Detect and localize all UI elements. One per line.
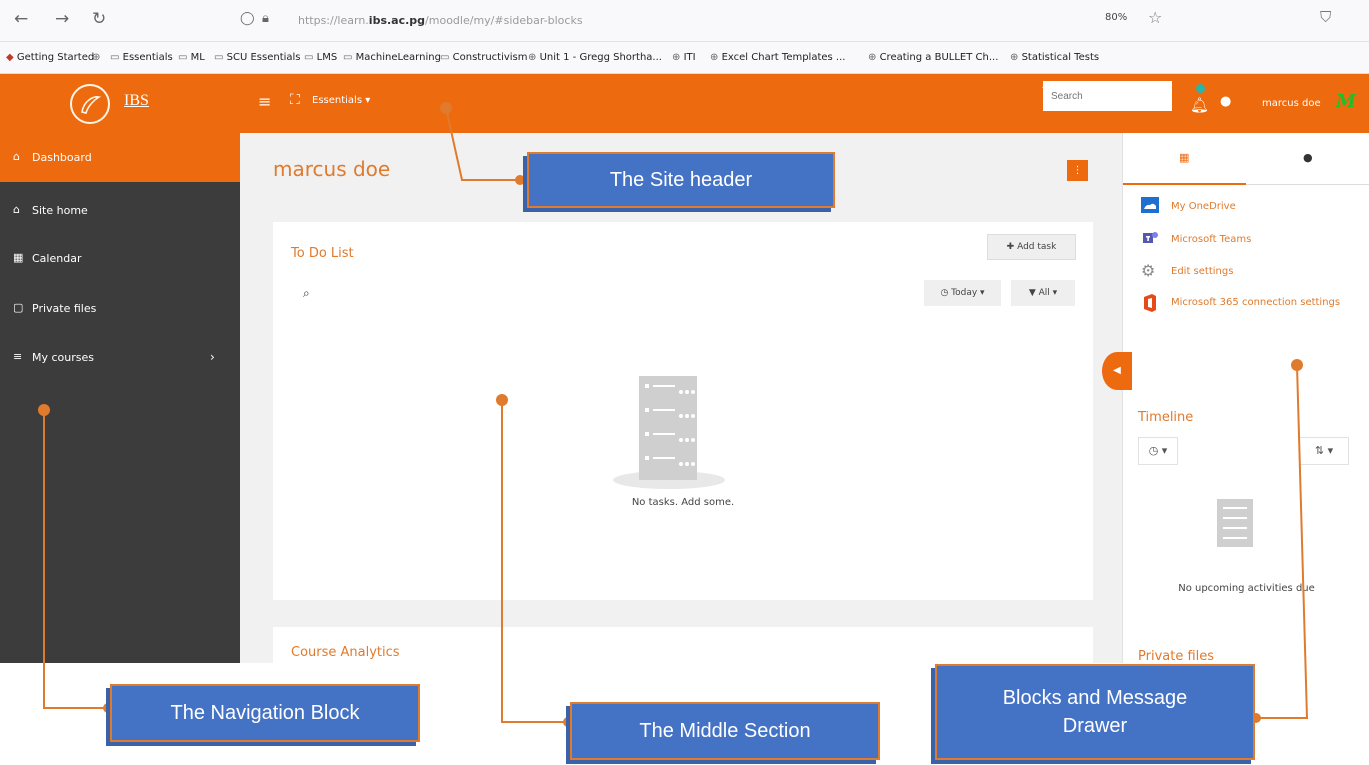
graduation-cap-icon: ≡ bbox=[13, 350, 23, 363]
callout-line: Blocks and Message bbox=[1002, 687, 1188, 709]
teams-icon bbox=[1143, 232, 1158, 243]
course-analytics-block: Course Analytics bbox=[273, 627, 1093, 667]
tab-messages[interactable]: ● bbox=[1247, 133, 1369, 185]
bookmark-item[interactable]: ⊕ Unit 1 - Gregg Shortha... bbox=[528, 52, 662, 63]
ibs-logo[interactable] bbox=[70, 84, 110, 124]
chevron-right-icon: › bbox=[210, 350, 215, 364]
bookmark-star-icon[interactable]: ☆ bbox=[1148, 8, 1162, 27]
all-filter-dropdown[interactable]: ▼ All ▾ bbox=[1011, 280, 1075, 306]
search-icon[interactable]: ⌕ bbox=[303, 286, 310, 301]
nav-item-label: Private files bbox=[32, 302, 97, 315]
nav-item-my-courses[interactable]: ≡ My courses › bbox=[0, 333, 240, 382]
todo-list-block: To Do List ✚ Add task ⌕ ◷ Today ▾ ▼ All … bbox=[273, 222, 1093, 600]
bookmark-item[interactable]: ◆ Getting Started bbox=[6, 52, 94, 63]
url-text: https://learn.ibs.ac.pg/moodle/my/#sideb… bbox=[298, 14, 583, 27]
bookmark-folder[interactable]: ▭ ML bbox=[178, 52, 205, 63]
empty-tasks-message: No tasks. Add some. bbox=[631, 497, 735, 508]
home-icon: ⌂ bbox=[13, 203, 20, 216]
timeline-sort-dropdown[interactable]: ⇅ ▾ bbox=[1299, 437, 1349, 465]
timeline-empty-message: No upcoming activities due bbox=[1178, 583, 1315, 594]
blocks-icon: ▦ bbox=[1179, 151, 1190, 164]
hamburger-menu-icon[interactable]: ≡ bbox=[258, 92, 271, 111]
gear-icon: ⚙ bbox=[1141, 261, 1156, 280]
bookmark-item[interactable]: ⊕ Creating a BULLET Ch... bbox=[868, 52, 998, 63]
fullscreen-icon[interactable]: ⛶ bbox=[290, 92, 300, 108]
nav-item-label: My courses bbox=[32, 351, 94, 364]
notification-badge bbox=[1196, 84, 1205, 93]
back-icon[interactable]: ← bbox=[14, 9, 28, 29]
avatar[interactable]: M bbox=[1336, 91, 1356, 112]
block-title: To Do List bbox=[291, 246, 354, 261]
link-microsoft-teams[interactable]: Microsoft Teams bbox=[1171, 232, 1251, 247]
bookmark-folder[interactable]: ▭ Essentials bbox=[110, 52, 173, 63]
navigation-block: ⌂ Dashboard ⌂ Site home ▦ Calendar ▢ Pri… bbox=[0, 133, 240, 663]
link-edit-settings[interactable]: Edit settings bbox=[1171, 264, 1233, 279]
callout-middle-section: The Middle Section bbox=[570, 702, 880, 760]
drawer-tabs: ▦ ● bbox=[1123, 133, 1369, 185]
forward-icon[interactable]: → bbox=[55, 9, 69, 29]
timeline-filter-dropdown[interactable]: ◷ ▾ bbox=[1138, 437, 1178, 465]
message-icon[interactable]: ● bbox=[1220, 94, 1231, 109]
lock-icon: 🔒︎ bbox=[262, 11, 269, 26]
file-icon: ▢ bbox=[13, 301, 24, 314]
callout-site-header: The Site header bbox=[527, 152, 835, 208]
shield-icon: ◯ bbox=[240, 11, 255, 26]
notification-bell-icon[interactable]: 🔔︎ bbox=[1190, 96, 1209, 114]
page-title: marcus doe bbox=[273, 157, 391, 181]
bookmark-folder[interactable]: ▭ LMS bbox=[304, 52, 337, 63]
browser-toolbar: ← → ↻ ◯ 🔒︎ https://learn.ibs.ac.pg/moodl… bbox=[0, 0, 1369, 42]
bookmarks-bar: ◆ Getting Started ⊕ ▭ Essentials ▭ ML ▭ … bbox=[0, 42, 1369, 74]
nav-item-label: Calendar bbox=[32, 252, 82, 265]
nav-item-site-home[interactable]: ⌂ Site home bbox=[0, 186, 240, 235]
calendar-icon: ▦ bbox=[13, 251, 24, 264]
empty-tasks-illustration-icon bbox=[613, 376, 725, 489]
bookmark-item[interactable]: ⊕ Excel Chart Templates ... bbox=[710, 52, 845, 63]
nav-item-dashboard[interactable]: ⌂ Dashboard bbox=[0, 133, 240, 182]
bookmark-folder[interactable]: ▭ MachineLearning bbox=[343, 52, 441, 63]
nav-item-label: Site home bbox=[32, 204, 88, 217]
bookmark-item[interactable]: ⊕ ITI bbox=[672, 52, 696, 63]
essentials-menu[interactable]: Essentials ▾ bbox=[312, 95, 370, 106]
nav-item-calendar[interactable]: ▦ Calendar bbox=[0, 234, 240, 283]
tab-blocks[interactable]: ▦ bbox=[1123, 133, 1246, 185]
nav-item-label: Dashboard bbox=[32, 151, 92, 164]
block-edit-button[interactable]: ⋮ bbox=[1067, 160, 1088, 181]
blocks-drawer: ▦ ● My OneDrive Microsoft Teams ⚙ Edit s… bbox=[1122, 133, 1369, 664]
search-input[interactable] bbox=[1043, 81, 1172, 111]
timeline-empty-illustration-icon bbox=[1217, 499, 1253, 547]
callout-line: Drawer bbox=[1062, 715, 1128, 737]
dashboard-icon: ⌂ bbox=[13, 150, 20, 163]
callout-navigation-block: The Navigation Block bbox=[110, 684, 420, 742]
office365-icon bbox=[1144, 294, 1156, 312]
add-task-button[interactable]: ✚ Add task bbox=[987, 234, 1076, 260]
today-filter-dropdown[interactable]: ◷ Today ▾ bbox=[924, 280, 1001, 306]
zoom-level[interactable]: 80% bbox=[1105, 12, 1127, 23]
drawer-toggle-icon[interactable]: ◀ bbox=[1102, 352, 1132, 390]
link-my-onedrive[interactable]: My OneDrive bbox=[1171, 199, 1236, 214]
bookmark-item[interactable]: ⊕ bbox=[92, 52, 100, 63]
bookmark-folder[interactable]: ▭ SCU Essentials bbox=[214, 52, 301, 63]
bookmark-item[interactable]: ⊕ Statistical Tests bbox=[1010, 52, 1099, 63]
callout-blocks-and-message-drawer: Blocks and Message Drawer bbox=[935, 664, 1255, 760]
block-title: Course Analytics bbox=[291, 645, 400, 660]
message-icon: ● bbox=[1303, 151, 1313, 164]
private-files-title: Private files bbox=[1138, 649, 1215, 664]
link-m365-connection-settings[interactable]: Microsoft 365 connection settings bbox=[1171, 295, 1341, 310]
timeline-title: Timeline bbox=[1138, 410, 1194, 425]
nav-item-private-files[interactable]: ▢ Private files bbox=[0, 284, 240, 333]
reload-icon[interactable]: ↻ bbox=[92, 9, 106, 29]
site-name[interactable]: IBS bbox=[124, 92, 149, 110]
pocket-icon[interactable]: ⛉ bbox=[1320, 8, 1331, 26]
onedrive-icon bbox=[1141, 197, 1159, 213]
address-bar[interactable]: ◯ 🔒︎ https://learn.ibs.ac.pg/moodle/my/#… bbox=[240, 7, 1340, 35]
user-menu-name[interactable]: marcus doe bbox=[1262, 98, 1321, 109]
bookmark-folder[interactable]: ▭ Constructivism bbox=[440, 52, 528, 63]
logo-mark-icon bbox=[81, 96, 102, 114]
